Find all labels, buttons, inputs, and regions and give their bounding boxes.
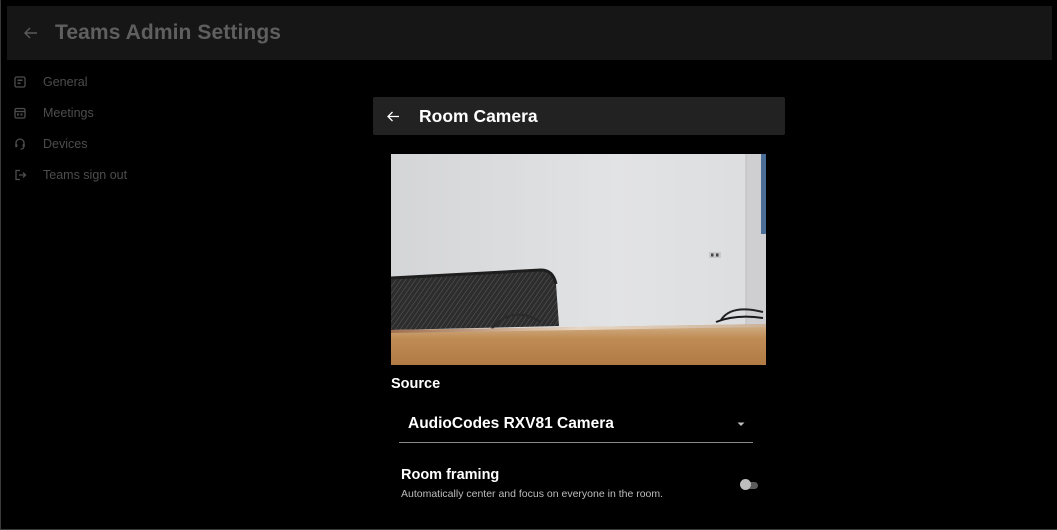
panel-back-button[interactable] xyxy=(373,97,413,135)
headset-icon xyxy=(13,137,27,151)
room-framing-toggle[interactable] xyxy=(740,479,758,491)
camera-source-select[interactable]: AudioCodes RXV81 Camera xyxy=(399,406,753,443)
camera-preview xyxy=(391,154,766,365)
sidebar-item-label: General xyxy=(43,74,88,89)
source-label: Source xyxy=(391,376,441,392)
top-bar: Teams Admin Settings xyxy=(7,6,1052,60)
room-framing-title: Room framing xyxy=(401,467,500,483)
back-button[interactable] xyxy=(9,11,53,55)
calendar-icon xyxy=(13,106,27,120)
sidebar-item-label: Devices xyxy=(43,136,88,151)
sidebar-item-teams-sign-out[interactable]: Teams sign out xyxy=(13,159,313,190)
page-title: Teams Admin Settings xyxy=(55,21,282,44)
source-selected-value: AudioCodes RXV81 Camera xyxy=(408,415,614,432)
arrow-left-icon xyxy=(386,111,399,121)
app-window: Teams Admin Settings General Meetings De… xyxy=(0,0,1057,530)
sidebar-item-label: Teams sign out xyxy=(43,167,128,182)
sidebar-item-meetings[interactable]: Meetings xyxy=(13,97,313,128)
sign-out-icon xyxy=(13,168,27,182)
toggle-knob xyxy=(740,479,751,490)
room-framing-description: Automatically center and focus on everyo… xyxy=(401,488,664,500)
panel-title: Room Camera xyxy=(419,105,538,126)
general-settings-icon xyxy=(13,75,27,89)
panel-header: Room Camera xyxy=(373,97,785,135)
dropdown-caret-icon xyxy=(729,412,753,436)
sidebar-item-devices[interactable]: Devices xyxy=(13,128,313,159)
sidebar-item-general[interactable]: General xyxy=(13,66,313,97)
sidebar-item-label: Meetings xyxy=(43,105,94,120)
arrow-left-icon xyxy=(24,27,37,39)
sidebar: General Meetings Devices Teams sign out xyxy=(13,66,313,190)
room-camera-panel: Room Camera Source AudioCodes RXV81 Came… xyxy=(373,97,785,527)
